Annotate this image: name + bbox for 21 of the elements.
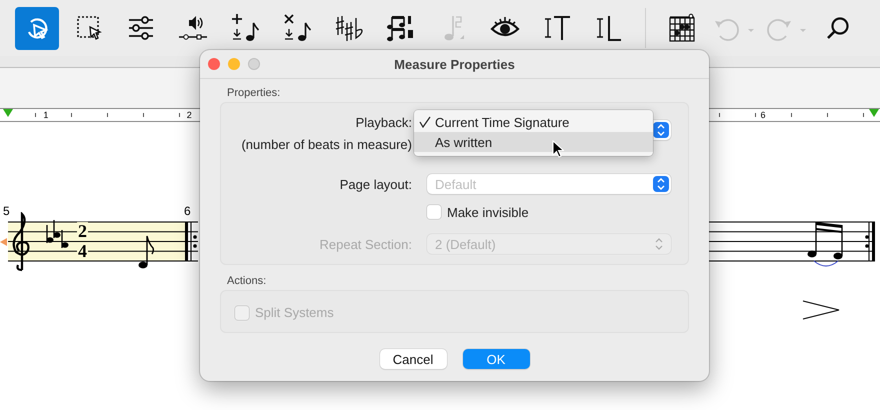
select-value: Default: [435, 176, 476, 192]
menu-item[interactable]: Current Time Signature: [414, 112, 653, 132]
field-label: Page layout:: [338, 176, 412, 192]
ruler-number: 6: [758, 110, 768, 120]
checkbox-label: Split Systems: [255, 305, 334, 320]
select-value: 2 (Default): [435, 236, 496, 252]
measure-number: 6: [184, 204, 191, 218]
field-label: Playback:: [356, 115, 412, 130]
cancel-button[interactable]: Cancel: [380, 349, 446, 369]
group-label: Properties:: [227, 87, 282, 99]
field-label: Repeat Section:: [318, 236, 412, 252]
time-signature: 4: [77, 242, 88, 260]
ruler-number: 1: [41, 110, 50, 120]
group-label: Actions:: [227, 275, 268, 287]
time-signature: 2: [77, 222, 88, 240]
measure-number: 5: [3, 204, 10, 218]
field-label: (number of beats in measure): [241, 137, 412, 152]
menu-item[interactable]: As written: [414, 132, 653, 152]
dialog-title: Measure Properties: [394, 56, 515, 72]
checkbox-label: Make invisible: [447, 204, 529, 220]
ruler-number: 2: [184, 110, 194, 120]
